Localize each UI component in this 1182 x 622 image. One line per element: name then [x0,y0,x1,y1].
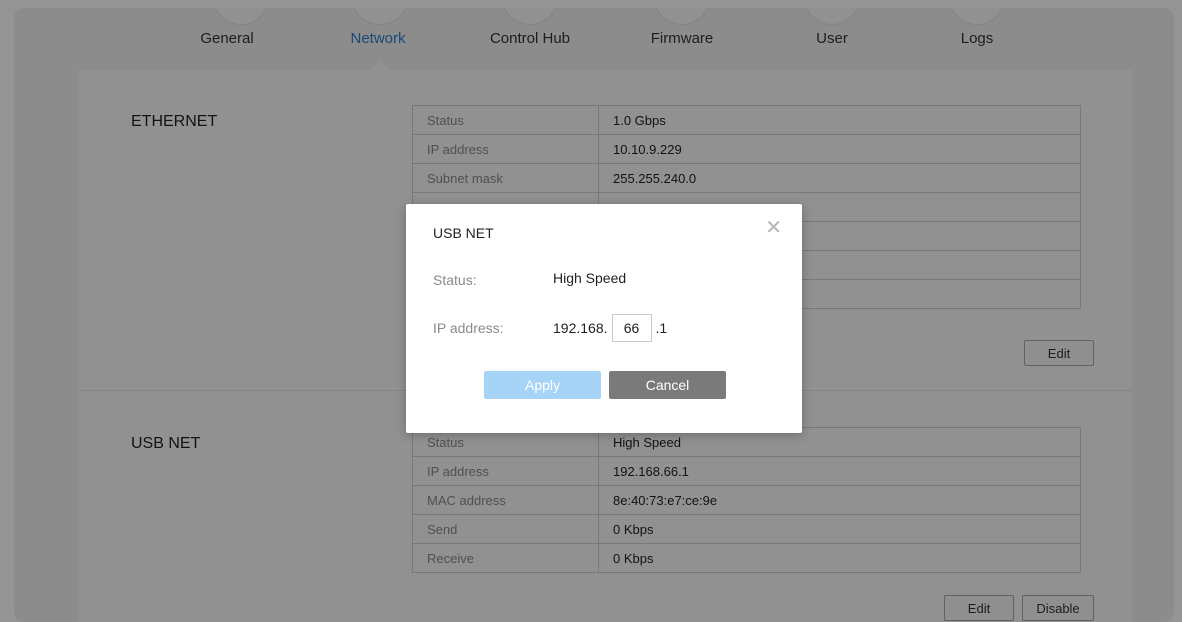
ip-prefix: 192.168. [553,320,608,336]
usb-net-dialog: USB NET ✕ Status: High Speed IP address:… [406,204,802,433]
ip-address-label: IP address: [433,320,504,336]
ip-suffix: .1 [655,320,668,336]
cancel-button[interactable]: Cancel [609,371,726,399]
apply-button[interactable]: Apply [484,371,601,399]
ip-octet-input[interactable] [611,314,652,342]
status-label: Status: [433,272,477,288]
ip-address-editor: 192.168. .1 [553,314,667,342]
dialog-title: USB NET [433,225,494,241]
status-value: High Speed [553,270,627,286]
close-icon[interactable]: ✕ [765,218,782,238]
